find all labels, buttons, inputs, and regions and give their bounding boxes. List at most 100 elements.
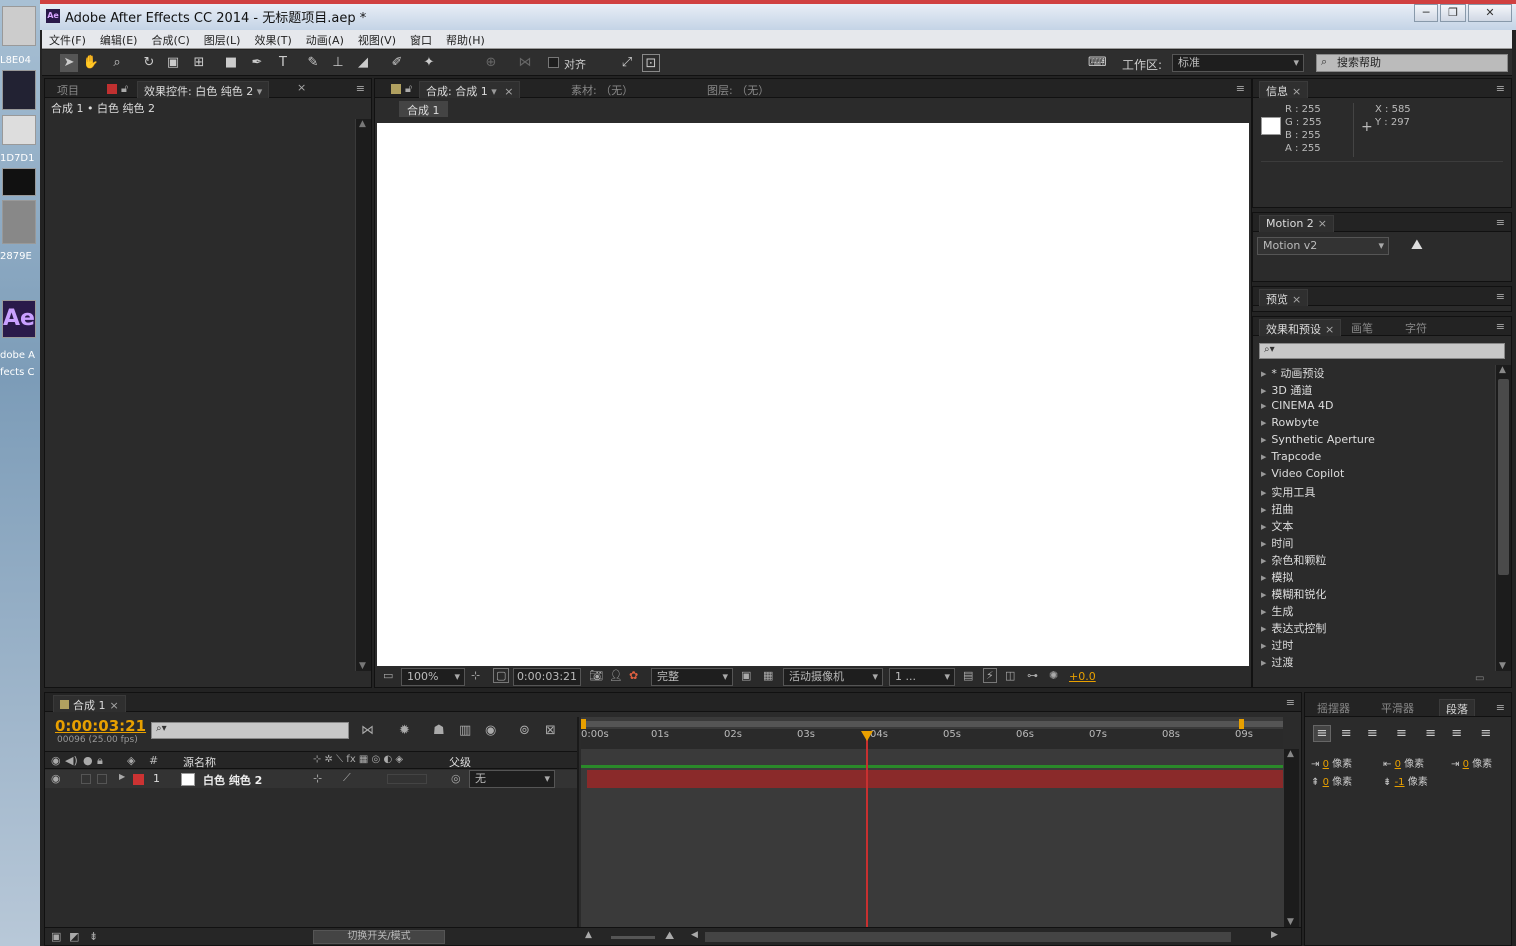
help-search-input[interactable]: 搜索帮助 [1316,54,1508,72]
lock-icon[interactable]: 🔓︎ [121,82,128,96]
exposure-icon[interactable]: ✺ [1049,669,1058,682]
zoom-dropdown[interactable]: 100% [401,668,465,686]
panel-menu-icon[interactable]: ≡ [1496,290,1505,303]
lock-icon[interactable]: 🔒︎ [97,754,103,768]
space-after-value[interactable]: -1 [1395,777,1405,788]
menu-edit[interactable]: 编辑(E) [93,30,145,48]
scroll-up-icon[interactable]: ▲ [359,119,366,129]
close-button[interactable]: ✕ [1468,4,1512,22]
quality-switch-icon[interactable]: ⟋ [343,771,351,785]
workspace-icon[interactable]: ⌨ [1088,54,1107,72]
parent-dropdown[interactable]: 无 [469,770,555,788]
align-left-icon[interactable]: ≡ [1313,725,1331,742]
effects-category[interactable]: 过时 [1261,637,1293,653]
video-eye-icon[interactable]: ◉ [51,754,61,767]
effects-category[interactable]: CINEMA 4D [1261,399,1333,412]
indent-left-value[interactable]: 0 [1323,759,1329,770]
layer-switches-icon[interactable]: ▣ [51,930,61,943]
menu-view[interactable]: 视图(V) [351,30,403,48]
effects-category[interactable]: 生成 [1261,603,1293,619]
comp-navigator-chip[interactable]: 合成 1 [399,101,448,117]
motion-blur-icon[interactable]: ◉ [485,723,496,738]
work-area-start[interactable] [581,719,586,729]
tab-wiggler[interactable]: 摇摆器 [1311,699,1356,716]
pickwhip-icon[interactable]: ◎ [451,772,461,785]
menu-file[interactable]: 文件(F) [42,30,93,48]
column-parent[interactable]: 父级 [449,754,471,770]
justify-last-left-icon[interactable]: ≡ [1387,726,1415,741]
layer-search-input[interactable]: ⌕▾ [151,722,349,739]
puppet-tool-icon[interactable]: ✦ [420,54,438,72]
scroll-down-icon[interactable]: ▼ [1499,661,1506,671]
rotate-tool-icon[interactable]: ↻ [140,54,158,72]
layer-label-color[interactable] [133,774,144,785]
align-right-icon[interactable]: ≡ [1361,726,1383,741]
scrollbar[interactable]: ▲ ▼ [355,119,371,671]
maximize-button[interactable]: ❐ [1440,4,1466,22]
effects-category[interactable]: 模拟 [1261,569,1293,585]
panel-menu-icon[interactable]: ≡ [1496,82,1505,95]
new-preset-icon[interactable]: ▭ [1475,673,1484,684]
layer-row[interactable]: ◉ ▶ 1 白色 纯色 2 ⊹ ⟋ ◎ 无 [45,770,577,788]
tab-paragraph[interactable]: 段落 [1439,699,1475,716]
exposure-value[interactable]: +0.0 [1069,670,1096,683]
desktop-thumbnail[interactable] [2,6,36,46]
pen-tool-icon[interactable]: ✒ [248,54,266,72]
tab-info[interactable]: 信息 × [1259,81,1309,98]
effects-category[interactable]: 模糊和锐化 [1261,586,1326,602]
view-layout-dropdown[interactable]: 1 ... [889,668,955,686]
expand-icon[interactable]: ⤢ [618,54,636,72]
indent-right-field[interactable]: ⇤ 0 像素 [1383,755,1424,770]
chevron-down-icon[interactable]: ▾ [491,85,497,98]
transfer-controls-icon[interactable]: ◩ [69,930,79,943]
menu-animation[interactable]: 动画(A) [299,30,351,48]
panel-menu-icon[interactable]: ≡ [1496,701,1505,714]
effects-category[interactable]: 表达式控制 [1261,620,1326,636]
tab-layer[interactable]: 图层: （无） [701,81,775,98]
effects-category[interactable]: 扭曲 [1261,501,1293,517]
current-time-field[interactable]: 0:00:03:21 [513,668,581,686]
show-snapshot-icon[interactable]: 👤︎ [609,669,623,682]
close-icon[interactable]: × [1318,217,1327,230]
expand-arrow-icon[interactable]: ▶ [119,772,125,781]
close-icon[interactable]: × [1292,85,1301,98]
effects-search-input[interactable]: ⌕▾ [1259,343,1505,359]
transparency-grid-icon[interactable]: ▦ [763,669,773,682]
chevron-down-icon[interactable]: ▾ [257,85,263,98]
desktop-thumbnail[interactable] [2,115,36,145]
scroll-down-icon[interactable]: ▼ [1287,917,1294,927]
scroll-up-icon[interactable]: ▲ [1287,749,1294,759]
panel-menu-icon[interactable]: ≡ [1496,320,1505,333]
snapshot-camera-icon[interactable]: 📷︎ [589,669,603,682]
panel-menu-icon[interactable]: ≡ [1286,696,1295,709]
draft-3d-icon[interactable]: ✹ [399,723,410,738]
shy-layers-icon[interactable]: ☗ [433,723,445,738]
effects-category[interactable]: Synthetic Aperture [1261,433,1375,446]
effects-category[interactable]: 3D 通道 [1261,382,1312,398]
region-of-interest-icon[interactable]: ▣ [741,669,751,682]
solo-toggle[interactable] [81,774,91,784]
tab-composition[interactable]: 合成: 合成 1 ▾ × [419,81,521,98]
effects-category[interactable]: * 动画预设 [1261,365,1324,381]
effects-category[interactable]: Rowbyte [1261,416,1318,429]
tab-smoother[interactable]: 平滑器 [1375,699,1420,716]
tab-timeline-comp[interactable]: 合成 1 × [53,695,126,712]
video-eye-icon[interactable]: ◉ [51,772,61,785]
menu-composition[interactable]: 合成(C) [144,30,196,48]
justify-last-center-icon[interactable]: ≡ [1420,726,1442,741]
axis-tool-icon[interactable]: ⊕ [482,54,500,72]
close-icon[interactable]: × [504,85,513,98]
scroll-up-icon[interactable]: ▲ [1499,365,1506,375]
color-channels-icon[interactable]: ✿ [629,669,638,682]
shy-switch-icon[interactable]: ⊹ [313,772,322,785]
scroll-left-icon[interactable]: ◀ [691,930,698,940]
align-checkbox[interactable] [548,57,559,68]
menu-layer[interactable]: 图层(L) [197,30,248,48]
motion-version-dropdown[interactable]: Motion v2 [1257,237,1389,255]
time-ruler[interactable]: 0:00s 01s 02s 03s 04s 05s 06s 07s 08s 09… [581,729,1283,749]
panel-menu-icon[interactable]: ≡ [1496,216,1505,229]
tab-brushes[interactable]: 画笔 [1345,319,1379,336]
toggle-switches-modes-button[interactable]: 切换开关/模式 [313,930,445,944]
layer-duration-bar[interactable] [587,770,1283,788]
desktop-thumbnail[interactable] [2,200,36,244]
